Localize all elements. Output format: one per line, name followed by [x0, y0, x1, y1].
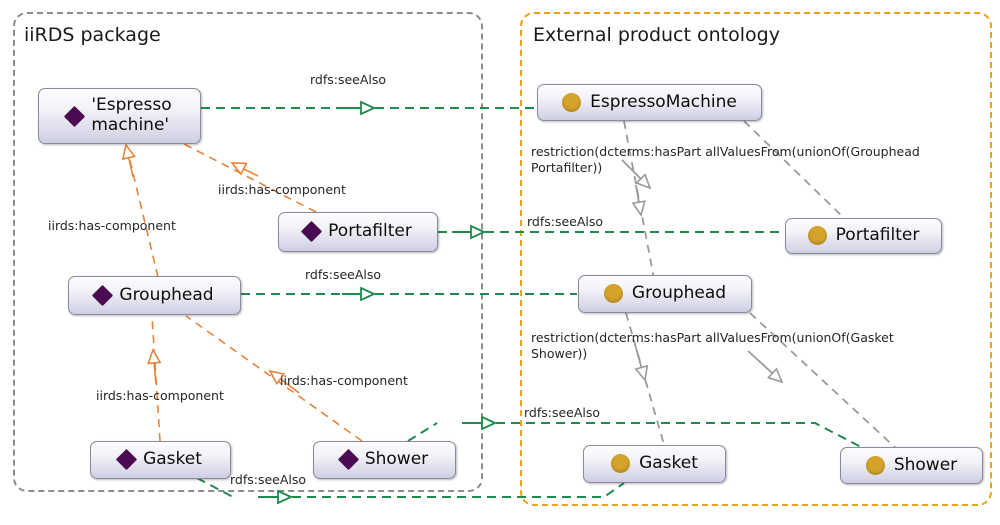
arrow-has-component-espresso-grouphead: [126, 145, 133, 178]
node-label: EspressoMachine: [590, 91, 737, 112]
edge-see-also-gasket: [196, 477, 234, 498]
edge-label-has-component-grouphead-gasket: iirds:has-component: [96, 388, 224, 403]
circle-icon: [603, 284, 623, 304]
edge-see-also-gasket-tail: [277, 482, 625, 498]
edge-see-also-shower-tail: [481, 422, 862, 448]
edge-see-also-shower: [407, 422, 438, 442]
node-label: Portafilter: [328, 221, 412, 242]
node-label: 'Espresso machine': [91, 95, 172, 135]
edge-label-see-also-espresso: rdfs:seeAlso: [310, 72, 387, 87]
node-label: Shower: [893, 454, 958, 475]
node-label: Portafilter: [835, 225, 920, 246]
edge-label-see-also-shower: rdfs:seeAlso: [524, 405, 601, 420]
node-label: Shower: [364, 449, 429, 470]
node-ext-gasket[interactable]: Gasket: [583, 445, 726, 483]
edge-label-restriction-grouphead: restriction(dcterms:hasPart allValuesFro…: [531, 330, 894, 361]
diamond-icon: [337, 449, 359, 471]
diamond-icon: [64, 105, 86, 127]
edge-label-see-also-portafilter: rdfs:seeAlso: [527, 214, 604, 229]
node-label: Gasket: [639, 453, 698, 474]
diagram-canvas: iiRDS package External product ontology: [0, 0, 1000, 525]
node-label: Grouphead: [631, 283, 727, 304]
edge-label-restriction-espresso: restriction(dcterms:hasPart allValuesFro…: [531, 144, 920, 175]
node-ext-shower[interactable]: Shower: [840, 447, 983, 484]
circle-icon: [562, 92, 582, 112]
diamond-icon: [92, 284, 114, 307]
node-iirds-gasket[interactable]: Gasket: [90, 441, 231, 479]
edge-label-see-also-gasket: rdfs:seeAlso: [230, 472, 307, 487]
node-ext-espresso-machine[interactable]: EspressoMachine: [537, 84, 762, 121]
diamond-icon: [115, 449, 138, 471]
edge-label-has-component-espresso-grouphead: iirds:has-component: [48, 218, 176, 233]
diamond-icon: [301, 221, 323, 243]
edge-label-has-component-grouphead-shower: iirds:has-component: [280, 373, 408, 388]
circle-icon: [865, 455, 885, 475]
node-label: Grouphead: [119, 284, 214, 305]
edge-label-has-component-espresso-portafilter: iirds:has-component: [218, 182, 346, 197]
node-iirds-grouphead[interactable]: Grouphead: [68, 276, 241, 315]
edge-has-component-espresso-portafilter: [183, 143, 317, 213]
node-label: Gasket: [143, 449, 202, 470]
node-iirds-espresso-machine[interactable]: 'Espresso machine': [38, 88, 201, 144]
arrow-restriction-espresso-grouphead: [636, 184, 641, 215]
circle-icon: [611, 454, 631, 474]
node-ext-grouphead[interactable]: Grouphead: [578, 275, 752, 313]
node-iirds-shower[interactable]: Shower: [313, 441, 456, 479]
node-ext-portafilter[interactable]: Portafilter: [785, 218, 942, 254]
edge-label-see-also-grouphead: rdfs:seeAlso: [305, 267, 382, 282]
circle-icon: [807, 226, 827, 246]
arrow-has-component-espresso-portafilter: [232, 163, 259, 177]
node-iirds-portafilter[interactable]: Portafilter: [278, 212, 438, 252]
